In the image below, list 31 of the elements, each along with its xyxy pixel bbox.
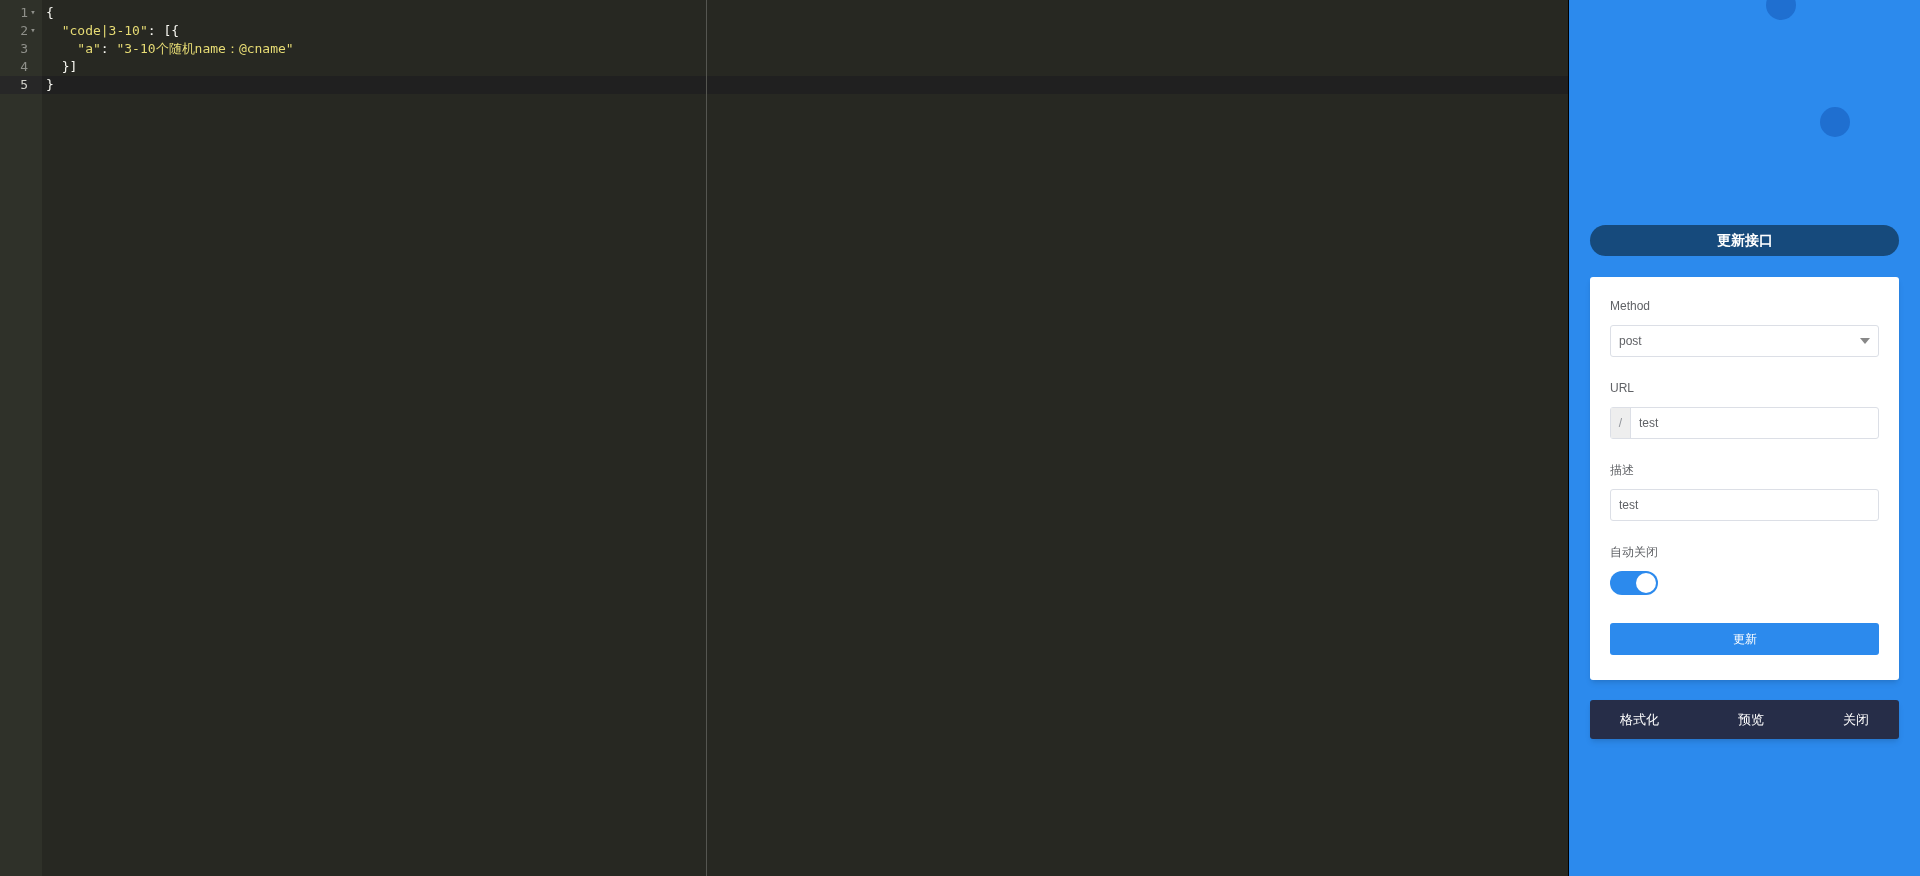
method-select[interactable]: post (1610, 325, 1879, 357)
code-string: "a" (76, 40, 101, 59)
line-number: 3 (20, 40, 28, 59)
line-number: 2 (20, 22, 28, 41)
fold-marker[interactable]: ▾ (28, 6, 38, 20)
field-label: 自动关闭 (1610, 544, 1659, 561)
field-label: Method (1610, 298, 1652, 315)
panel-title: 更新接口 (1590, 225, 1899, 256)
code-punctuation: : (100, 40, 110, 59)
caret-icon (1860, 338, 1870, 344)
code-punctuation: : [{ (147, 22, 180, 41)
decorative-bubble (1820, 107, 1850, 137)
action-button[interactable]: 预览 (1738, 709, 1764, 730)
code-punctuation: { (46, 4, 54, 23)
field-label: 描述 (1610, 462, 1635, 479)
code-string: "3-10个随机name：@cname" (116, 40, 294, 59)
line-number: 4 (20, 58, 28, 77)
field-label: URL (1610, 380, 1635, 397)
code-string: "code|3-10" (60, 22, 148, 41)
code-punctuation: }] (60, 58, 78, 77)
description-field[interactable]: test (1610, 489, 1879, 521)
update-button[interactable]: 更新 (1610, 623, 1879, 655)
url-field[interactable]: / test (1610, 407, 1879, 439)
line-number: 1 (20, 4, 28, 23)
fold-marker[interactable]: ▾ (28, 24, 38, 38)
action-button[interactable]: 关闭 (1843, 709, 1869, 730)
toggle-switch[interactable] (1610, 571, 1658, 595)
code-punctuation: } (46, 76, 54, 95)
line-number: 5 (20, 76, 28, 95)
action-button[interactable]: 格式化 (1620, 709, 1659, 730)
url-prefix: / (1611, 408, 1631, 438)
